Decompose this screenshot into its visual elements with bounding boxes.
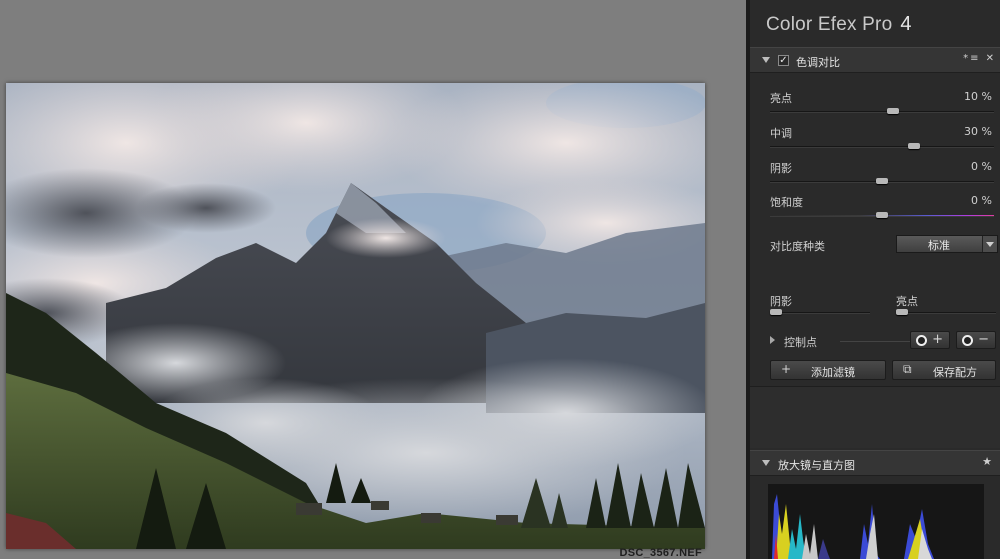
pin-icon[interactable]: ★ (982, 455, 994, 468)
filter-list-empty-area (750, 386, 1000, 448)
expand-triangle-icon[interactable] (770, 336, 775, 344)
remove-control-point-button[interactable]: − (956, 331, 996, 349)
filter-header[interactable]: ✓ 色调对比 *≡ ✕ (750, 47, 1000, 73)
slider-thumb[interactable] (896, 309, 908, 315)
slider-thumb[interactable] (770, 309, 782, 315)
contrast-type-label: 对比度种类 (770, 240, 825, 253)
slider-track-saturation[interactable] (770, 212, 994, 218)
slider-value-saturation: 0 % (971, 194, 992, 207)
mini-slider-track-highlights[interactable] (896, 309, 996, 315)
photo-preview[interactable] (6, 83, 705, 549)
slider-value-shadows: 0 % (971, 160, 992, 173)
filter-panel: Color Efex Pro 4 ✓ 色调对比 *≡ ✕ 亮点 10 % 中调 3… (746, 0, 1000, 559)
filter-enable-checkbox[interactable]: ✓ (778, 55, 789, 66)
control-point-icon (962, 335, 973, 346)
save-recipe-icon: ⧉ (903, 362, 912, 376)
save-recipe-label: 保存配方 (933, 366, 977, 379)
landscape-image (6, 83, 705, 549)
control-point-icon (916, 335, 927, 346)
slider-label-saturation: 饱和度 (770, 196, 803, 209)
slider-track-midtones[interactable] (770, 143, 994, 149)
slider-thumb[interactable] (886, 108, 899, 114)
slider-thumb[interactable] (876, 212, 888, 218)
slider-track-shadows[interactable] (770, 178, 994, 184)
histogram (768, 484, 984, 559)
slider-label-highlights: 亮点 (770, 92, 792, 105)
slider-value-highlights: 10 % (964, 90, 992, 103)
contrast-type-value: 标准 (928, 239, 950, 252)
slider-label-midtones: 中调 (770, 127, 792, 140)
slider-thumb[interactable] (907, 143, 920, 149)
filter-name: 色调对比 (796, 56, 840, 69)
add-filter-button[interactable]: + 添加滤镜 (770, 360, 886, 380)
slider-value-midtones: 30 % (964, 125, 992, 138)
collapse-triangle-icon[interactable] (762, 57, 770, 63)
add-filter-label: 添加滤镜 (811, 366, 855, 379)
control-points-label: 控制点 (784, 336, 817, 349)
app-version: 4 (900, 13, 912, 35)
file-name-label: DSC_3567.NEF (619, 547, 702, 559)
control-points-row: 控制点 + − (750, 330, 1000, 352)
loupe-title: 放大镜与直方图 (778, 459, 855, 472)
dropdown-arrow-icon[interactable] (982, 236, 997, 252)
filter-menu-close-icons[interactable]: *≡ ✕ (963, 53, 996, 64)
histogram-graph (772, 494, 934, 559)
mini-slider-track-shadows[interactable] (770, 309, 870, 315)
loupe-histogram-header[interactable]: 放大镜与直方图 ★ (750, 450, 1000, 476)
add-control-point-button[interactable]: + (910, 331, 950, 349)
slider-label-shadows: 阴影 (770, 162, 792, 175)
minus-icon: − (978, 332, 989, 347)
preview-canvas: DSC_3567.NEF (0, 0, 746, 559)
slider-track-highlights[interactable] (770, 108, 994, 114)
app-title: Color Efex Pro 4 (766, 13, 912, 36)
slider-thumb[interactable] (876, 178, 888, 184)
contrast-type-dropdown[interactable]: 标准 (896, 235, 998, 253)
mini-slider-label-shadows: 阴影 (770, 295, 792, 308)
collapse-triangle-icon[interactable] (762, 460, 770, 466)
plus-icon: + (932, 332, 943, 347)
plus-icon: + (781, 362, 792, 376)
mini-slider-label-highlights: 亮点 (896, 295, 918, 308)
save-recipe-button[interactable]: ⧉ 保存配方 (892, 360, 996, 380)
app-name: Color Efex Pro (766, 14, 893, 35)
